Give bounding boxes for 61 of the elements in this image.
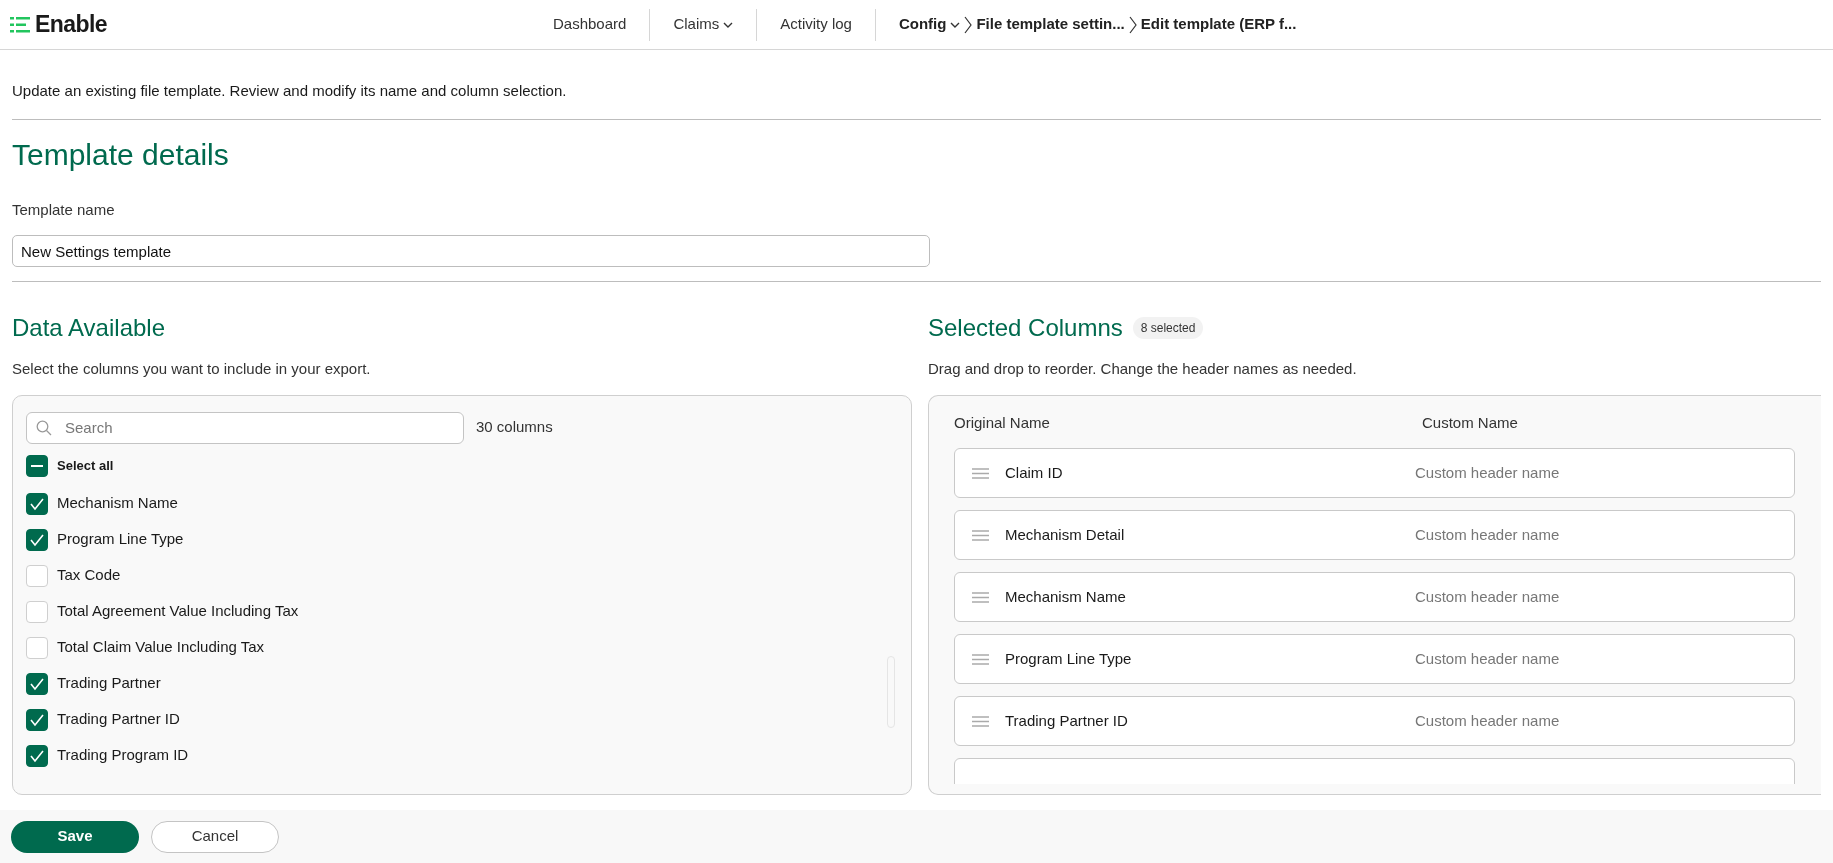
section-title: Data Available	[12, 313, 166, 343]
checkbox[interactable]	[26, 454, 48, 477]
logo-text: Enable	[35, 10, 107, 40]
cancel-button[interactable]: Cancel	[151, 820, 279, 853]
logo-icon	[10, 15, 32, 34]
column-option-label: Trading Partner ID	[57, 709, 180, 730]
checkbox[interactable]	[26, 744, 48, 767]
drag-handle-icon[interactable]	[972, 715, 989, 727]
custom-name-field[interactable]: Custom header name	[1415, 585, 1777, 609]
save-button[interactable]: Save	[11, 820, 139, 853]
drag-handle-icon[interactable]	[972, 591, 989, 603]
drag-handle-icon[interactable]	[972, 653, 989, 665]
original-name: Claim ID	[1005, 462, 1064, 483]
column-option-label: Total Agreement Value Including Tax	[57, 601, 299, 622]
selected-column-row[interactable]: Claim ID Custom header name	[954, 448, 1795, 498]
selected-column-row[interactable]: Mechanism Detail Custom header name	[954, 510, 1795, 560]
search-icon	[36, 419, 52, 436]
field-label: Template name	[12, 199, 116, 220]
selected-column-row[interactable]: Trading Partner ID Custom header name	[954, 696, 1795, 746]
custom-name-field[interactable]: Custom header name	[1415, 647, 1777, 671]
checkbox[interactable]	[26, 672, 48, 695]
column-header: Custom Name	[1422, 412, 1518, 433]
original-name: Mechanism Detail	[1005, 524, 1126, 545]
nav-link[interactable]: Claims	[650, 13, 757, 36]
selected-column-row[interactable]: Mechanism Name Custom header name	[954, 572, 1795, 622]
column-option-label: Trading Program ID	[57, 745, 189, 766]
page-description: Update an existing file template. Review and modify its name and column selection.	[12, 80, 1821, 120]
column-option-label: Total Claim Value Including Tax	[57, 637, 265, 658]
select-all-label: Select all	[57, 456, 114, 475]
original-name: Program Line Type	[1005, 648, 1133, 669]
drag-handle-icon[interactable]	[972, 467, 989, 479]
custom-name-field[interactable]: Custom header name	[1415, 461, 1777, 485]
custom-name-field[interactable]: Custom header name	[1415, 523, 1777, 547]
column-header: Original Name	[954, 412, 1051, 433]
breadcrumb-separator-icon	[964, 15, 973, 34]
template-name-field[interactable]: New Settings template	[12, 235, 930, 267]
section-title: Selected Columns	[928, 313, 1123, 343]
search-field[interactable]: Search	[26, 411, 464, 444]
section-description: Select the columns you want to include in your export.	[12, 359, 372, 379]
checkbox[interactable]	[26, 492, 48, 515]
breadcrumb-link[interactable]: File template settin...	[976, 13, 1125, 36]
custom-name-field[interactable]: Custom header name	[1415, 709, 1777, 733]
breadcrumb-link[interactable]: Edit template (ERP f...	[1140, 13, 1297, 36]
original-name: Mechanism Name	[1005, 586, 1127, 607]
nav-link[interactable]: Activity log	[757, 13, 875, 36]
drag-handle-icon[interactable]	[972, 529, 989, 541]
section-description: Drag and drop to reorder. Change the header names as needed.	[928, 359, 1358, 379]
breadcrumb-separator-icon	[1128, 15, 1137, 34]
column-option-label: Program Line Type	[57, 529, 184, 550]
column-count: 30 columns	[476, 417, 553, 438]
column-option-label: Tax Code	[57, 565, 121, 586]
checkbox[interactable]	[26, 528, 48, 551]
original-name: Trading Partner ID	[1005, 710, 1129, 731]
selected-count-badge: 8 selected	[1132, 317, 1204, 339]
column-option-label: Mechanism Name	[57, 493, 178, 514]
selected-column-row[interactable]: Program Line Type Custom header name	[954, 634, 1795, 684]
checkbox[interactable]	[26, 708, 48, 731]
section-title: Template details	[12, 136, 230, 173]
column-option-label: Trading Partner	[57, 673, 161, 694]
nav-link[interactable]: Dashboard	[530, 13, 650, 36]
breadcrumb-link[interactable]: Config	[898, 13, 961, 36]
